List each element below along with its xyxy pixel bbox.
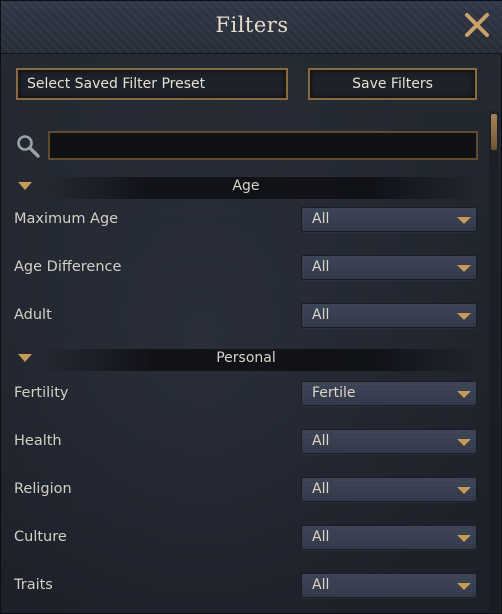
scrollbar[interactable] — [489, 111, 499, 611]
filter-dropdown[interactable]: All — [301, 255, 477, 280]
section-title: Personal — [216, 350, 276, 366]
dropdown-value: All — [312, 259, 330, 275]
search-input[interactable] — [48, 131, 478, 160]
filter-label: Religion — [14, 481, 72, 497]
filter-row-religion: Religion All — [1, 477, 491, 503]
search-icon — [17, 135, 40, 158]
filter-label: Traits — [14, 577, 53, 593]
dropdown-value: All — [312, 433, 330, 449]
chevron-down-icon — [457, 439, 471, 446]
scrollbar-thumb[interactable] — [491, 114, 497, 150]
chevron-down-icon — [457, 265, 471, 272]
filter-label: Age Difference — [14, 259, 122, 275]
filter-label: Fertility — [14, 385, 69, 401]
chevron-down-icon — [457, 583, 471, 590]
filter-dropdown[interactable]: All — [301, 429, 477, 454]
save-filters-button[interactable]: Save Filters — [308, 68, 477, 100]
filter-label: Maximum Age — [14, 211, 119, 227]
dropdown-value: All — [312, 529, 330, 545]
filter-dropdown[interactable]: All — [301, 303, 477, 328]
filter-row-maximum-age: Maximum Age All — [1, 207, 491, 233]
chevron-down-icon — [457, 217, 471, 224]
filter-row-fertility: Fertility Fertile — [1, 381, 491, 407]
dropdown-value: All — [312, 211, 330, 227]
section-title: Age — [232, 178, 260, 194]
filter-row-adult: Adult All — [1, 303, 491, 329]
section-header-age: Age — [1, 175, 491, 199]
window-title: Filters — [215, 13, 289, 37]
filter-dropdown[interactable]: All — [301, 207, 477, 232]
filter-dropdown[interactable]: All — [301, 573, 477, 598]
chevron-down-icon — [457, 313, 471, 320]
filter-dropdown[interactable]: Fertile — [301, 381, 477, 406]
filter-label: Culture — [14, 529, 67, 545]
filter-label: Adult — [14, 307, 52, 323]
filter-label: Health — [14, 433, 62, 449]
chevron-down-icon — [457, 535, 471, 542]
filter-dropdown[interactable]: All — [301, 477, 477, 502]
select-preset-button[interactable]: Select Saved Filter Preset — [16, 68, 288, 100]
chevron-down-icon — [457, 391, 471, 398]
filter-row-health: Health All — [1, 429, 491, 455]
filter-row-age-difference: Age Difference All — [1, 255, 491, 281]
chevron-down-icon — [457, 487, 471, 494]
title-bar: Filters — [1, 1, 502, 54]
section-header-personal: Personal — [1, 347, 491, 371]
filter-dropdown[interactable]: All — [301, 525, 477, 550]
dropdown-value: Fertile — [312, 385, 356, 401]
dropdown-value: All — [312, 577, 330, 593]
dropdown-value: All — [312, 481, 330, 497]
filter-row-culture: Culture All — [1, 525, 491, 551]
close-icon[interactable] — [461, 9, 493, 41]
filters-window: Filters Select Saved Filter Preset Save … — [0, 0, 502, 614]
filter-row-traits: Traits All — [1, 573, 491, 599]
dropdown-value: All — [312, 307, 330, 323]
